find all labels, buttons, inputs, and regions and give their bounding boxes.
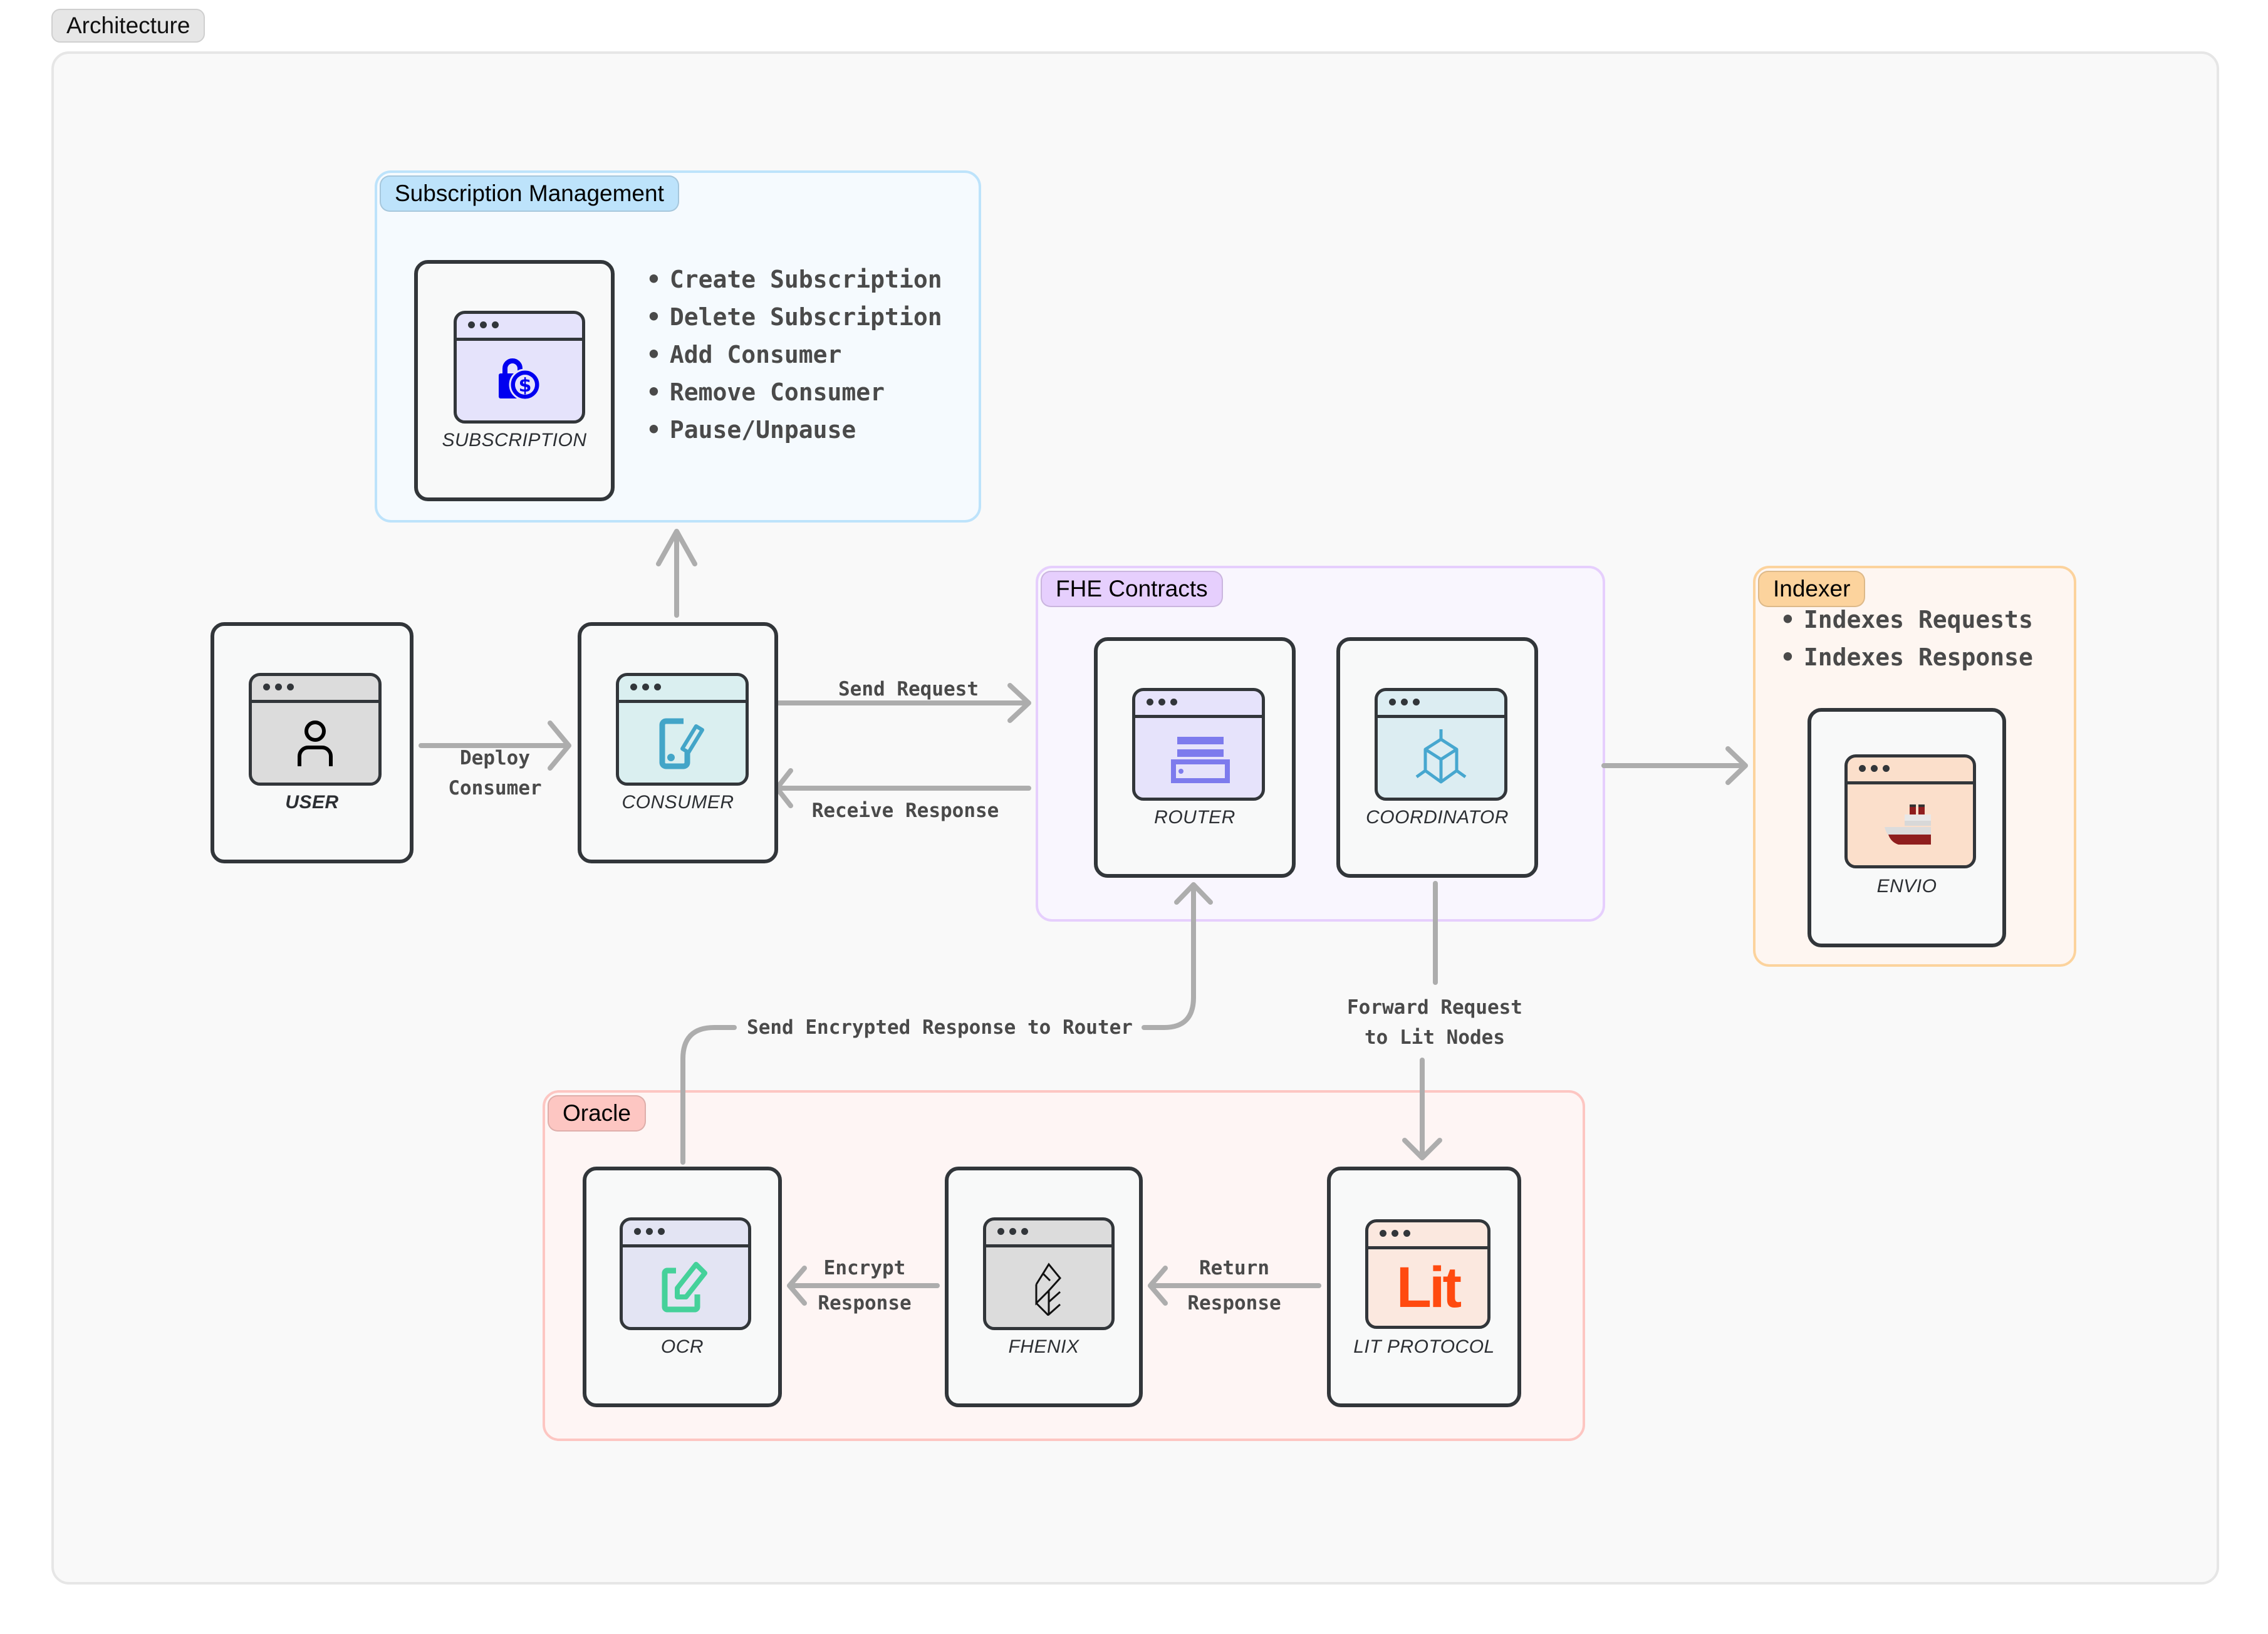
node-label: COORDINATOR (1366, 807, 1509, 828)
window-frame: $ (454, 311, 585, 424)
node-label: SUBSCRIPTION (442, 430, 587, 450)
node-label: CONSUMER (622, 792, 734, 813)
lit-logo-icon: Lit (1368, 1249, 1487, 1326)
edge-label-line: Response (1187, 1292, 1281, 1314)
window-frame (1844, 754, 1976, 868)
node-label: OCR (660, 1336, 704, 1357)
edge-label-send-request: Send Request (838, 678, 979, 700)
node-label: ENVIO (1876, 876, 1937, 897)
window-titlebar (1378, 691, 1504, 718)
window-frame (616, 673, 749, 786)
node-router[interactable]: ROUTER (1094, 637, 1296, 878)
edge-label-line: Return (1199, 1257, 1269, 1279)
arrow-consumer-to-subscription (656, 529, 697, 618)
ship-icon (1848, 784, 1973, 865)
edge-label-line: Forward Request (1347, 996, 1522, 1019)
window-titlebar (1135, 691, 1262, 718)
window-frame (983, 1217, 1115, 1330)
node-lit-protocol[interactable]: Lit LIT PROTOCOL (1327, 1167, 1521, 1407)
node-user[interactable]: USER (211, 622, 414, 863)
window-frame (1375, 688, 1507, 801)
edge-label-line: Encrypt (823, 1257, 906, 1279)
edge-label-line: to Lit Nodes (1365, 1026, 1505, 1049)
arrow-send-encrypted-response-head (1142, 882, 1213, 1030)
window-titlebar (619, 676, 746, 703)
window-titlebar (623, 1220, 748, 1247)
window-titlebar (986, 1220, 1111, 1247)
arrow-forward-request-bottom (1402, 1058, 1442, 1160)
node-ocr[interactable]: OCR (583, 1167, 782, 1407)
edge-label-line: Consumer (448, 777, 542, 799)
edge-label-return-response: Return Response (1178, 1251, 1291, 1321)
node-label: ROUTER (1154, 807, 1235, 828)
window-titlebar (1848, 757, 1973, 784)
window-titlebar (1368, 1222, 1487, 1249)
edit-doc-icon (619, 703, 746, 783)
window-titlebar (252, 676, 378, 703)
window-frame (249, 673, 382, 786)
fhenix-logo-icon (986, 1247, 1111, 1327)
node-label: FHENIX (1008, 1336, 1079, 1357)
node-label: LIT PROTOCOL (1353, 1336, 1495, 1357)
node-fhenix[interactable]: FHENIX (945, 1167, 1143, 1407)
arrow-fhe-to-indexer (1601, 746, 1748, 785)
edge-label-line: Deploy (460, 747, 530, 769)
window-frame: Lit (1365, 1219, 1490, 1329)
edge-label-receive-response: Receive Response (811, 799, 999, 822)
node-envio[interactable]: ENVIO (1808, 708, 2006, 947)
edge-label-line: Response (818, 1292, 912, 1314)
edge-label-forward-request: Forward Request to Lit Nodes (1334, 992, 1535, 1053)
edge-label-encrypt-response: Encrypt Response (808, 1251, 921, 1321)
cube-network-icon (1378, 718, 1504, 798)
node-label: USER (285, 792, 339, 813)
svg-text:$: $ (519, 375, 532, 397)
edge-label-deploy-consumer: Deploy Consumer (439, 743, 551, 803)
lock-dollar-icon: $ (457, 341, 582, 420)
window-frame (620, 1217, 751, 1330)
window-titlebar (457, 314, 582, 341)
router-icon (1135, 718, 1262, 798)
edge-label-send-encrypted-response: Send Encrypted Response to Router (747, 1016, 1133, 1039)
edit-icon (623, 1247, 748, 1327)
node-coordinator[interactable]: COORDINATOR (1336, 637, 1538, 878)
lit-logo-text: Lit (1396, 1256, 1462, 1319)
node-subscription[interactable]: $ SUBSCRIPTION (414, 260, 615, 501)
node-consumer[interactable]: CONSUMER (578, 622, 778, 863)
arrow-send-encrypted-response (680, 1025, 737, 1165)
user-icon (252, 703, 378, 783)
window-frame (1132, 688, 1265, 801)
